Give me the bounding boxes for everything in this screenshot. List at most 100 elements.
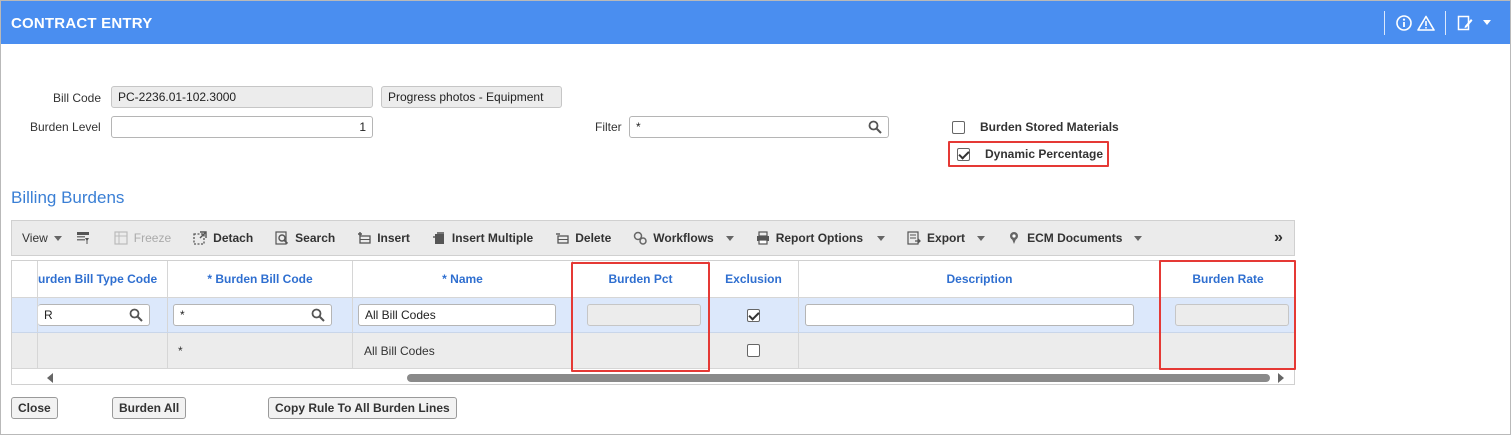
title-bar: CONTRACT ENTRY — [1, 1, 1510, 44]
view-label: View — [22, 231, 48, 245]
cell: R — [38, 298, 168, 332]
freeze-label: Freeze — [133, 231, 172, 245]
workflows-icon — [634, 231, 648, 245]
delete-label: Delete — [575, 231, 612, 245]
chevron-down-icon[interactable] — [1476, 12, 1498, 34]
edit-icon[interactable] — [1454, 12, 1476, 34]
scroll-right-icon[interactable] — [1278, 373, 1284, 383]
filter-input[interactable]: * — [629, 116, 889, 138]
chevron-down-icon — [53, 235, 62, 241]
search-icon — [275, 231, 289, 245]
divider — [1445, 11, 1446, 35]
copy-rule-button[interactable]: Copy Rule To All Burden Lines — [268, 397, 457, 419]
insert-button[interactable]: Insert — [357, 231, 410, 245]
name-value: All Bill Codes — [364, 344, 435, 358]
burden-bill-type-code-filter-input[interactable]: R — [38, 304, 150, 326]
insert-multiple-label: Insert Multiple — [451, 231, 534, 245]
export-menu[interactable]: Export — [907, 231, 986, 245]
description-filter-input[interactable] — [805, 304, 1134, 326]
workflows-label: Workflows — [653, 231, 714, 245]
cell: * — [168, 333, 353, 368]
highlight-burden-rate — [1159, 260, 1296, 370]
detach-icon — [193, 231, 207, 245]
page-title: CONTRACT ENTRY — [11, 15, 153, 32]
bill-code-label: Bill Code — [53, 91, 102, 105]
column-header-burden-bill-code[interactable]: * Burden Bill Code — [168, 261, 353, 298]
burden-bill-code-value: * — [178, 344, 183, 358]
name-filter-input[interactable]: All Bill Codes — [358, 304, 556, 326]
insert-multiple-button[interactable]: Insert Multiple — [432, 231, 533, 245]
ecm-documents-menu[interactable]: ECM Documents — [1007, 231, 1143, 245]
search-icon[interactable] — [311, 308, 325, 322]
divider — [1384, 11, 1385, 35]
burden-bill-code-filter-input[interactable]: * — [173, 304, 332, 326]
exclusion-filter-checkbox[interactable] — [747, 309, 760, 322]
bill-code-description-field[interactable]: Progress photos - Equipment — [381, 86, 562, 108]
warning-icon[interactable] — [1415, 12, 1437, 34]
row-selector[interactable] — [12, 333, 38, 368]
search-label: Search — [295, 231, 336, 245]
chevron-down-icon — [725, 235, 734, 241]
search-button[interactable]: Search — [275, 231, 335, 245]
scroll-left-icon[interactable] — [47, 373, 53, 383]
ecm-documents-icon — [1010, 232, 1019, 244]
column-header-name[interactable]: * Name — [353, 261, 573, 298]
chevron-down-icon — [1134, 235, 1143, 241]
cell — [799, 333, 1161, 368]
section-title: Billing Burdens — [11, 188, 125, 207]
burden-stored-materials-checkbox[interactable] — [952, 121, 965, 134]
detach-button[interactable]: Detach — [193, 231, 253, 245]
workflows-menu[interactable]: Workflows — [633, 231, 734, 245]
close-button[interactable]: Close — [11, 397, 58, 419]
filter-toolbar-button[interactable] — [76, 231, 96, 245]
info-icon[interactable] — [1393, 12, 1415, 34]
ecm-documents-label: ECM Documents — [1027, 231, 1123, 245]
export-label: Export — [927, 231, 966, 245]
burden-all-button[interactable]: Burden All — [112, 397, 187, 419]
search-icon[interactable] — [129, 308, 143, 322]
insert-icon — [358, 232, 371, 244]
grid-toolbar: View Freeze Detach Search Insert Insert … — [11, 220, 1295, 256]
view-menu[interactable]: View — [22, 231, 62, 245]
chevron-down-icon — [977, 235, 986, 241]
burden-bill-code-filter-value: * — [180, 308, 185, 322]
filter-label: Filter — [595, 120, 622, 134]
cell — [709, 333, 799, 368]
burden-bill-type-code-filter-value: R — [44, 308, 53, 322]
filter-grid-icon — [76, 232, 89, 244]
report-options-menu[interactable]: Report Options — [756, 231, 886, 245]
dynamic-percentage-label: Dynamic Percentage — [985, 147, 1104, 161]
cell — [38, 333, 168, 368]
freeze-button[interactable]: Freeze — [114, 231, 171, 245]
insert-label: Insert — [377, 231, 410, 245]
delete-button[interactable]: Delete — [555, 231, 611, 245]
detach-label: Detach — [213, 231, 254, 245]
cell — [799, 298, 1161, 332]
printer-icon — [756, 231, 769, 245]
column-header-burden-bill-type-code[interactable]: urden Bill Type Code — [38, 261, 168, 298]
cell: * — [168, 298, 353, 332]
burden-level-label: Burden Level — [30, 120, 101, 134]
bill-code-field[interactable]: PC-2236.01-102.3000 — [111, 86, 373, 108]
burden-stored-materials-label: Burden Stored Materials — [980, 120, 1119, 134]
row-selector-header — [12, 261, 38, 298]
exclusion-checkbox[interactable] — [747, 344, 760, 357]
cell — [709, 298, 799, 332]
chevron-down-icon — [877, 235, 886, 241]
delete-icon — [556, 233, 569, 244]
more-toolbar-button[interactable]: » — [1274, 229, 1283, 247]
column-header-description[interactable]: Description — [799, 261, 1161, 298]
insert-multiple-icon — [432, 232, 444, 244]
export-icon — [907, 231, 921, 245]
freeze-icon — [114, 231, 128, 245]
cell: All Bill Codes — [353, 298, 573, 332]
column-header-exclusion[interactable]: Exclusion — [709, 261, 799, 298]
burden-level-field[interactable]: 1 — [111, 116, 373, 138]
dynamic-percentage-checkbox[interactable] — [957, 148, 970, 161]
cell: All Bill Codes — [353, 333, 573, 368]
report-options-label: Report Options — [775, 231, 864, 245]
highlight-burden-pct — [571, 262, 710, 372]
search-icon[interactable] — [868, 120, 882, 134]
row-selector[interactable] — [12, 298, 38, 332]
scrollbar-thumb[interactable] — [407, 374, 1270, 382]
